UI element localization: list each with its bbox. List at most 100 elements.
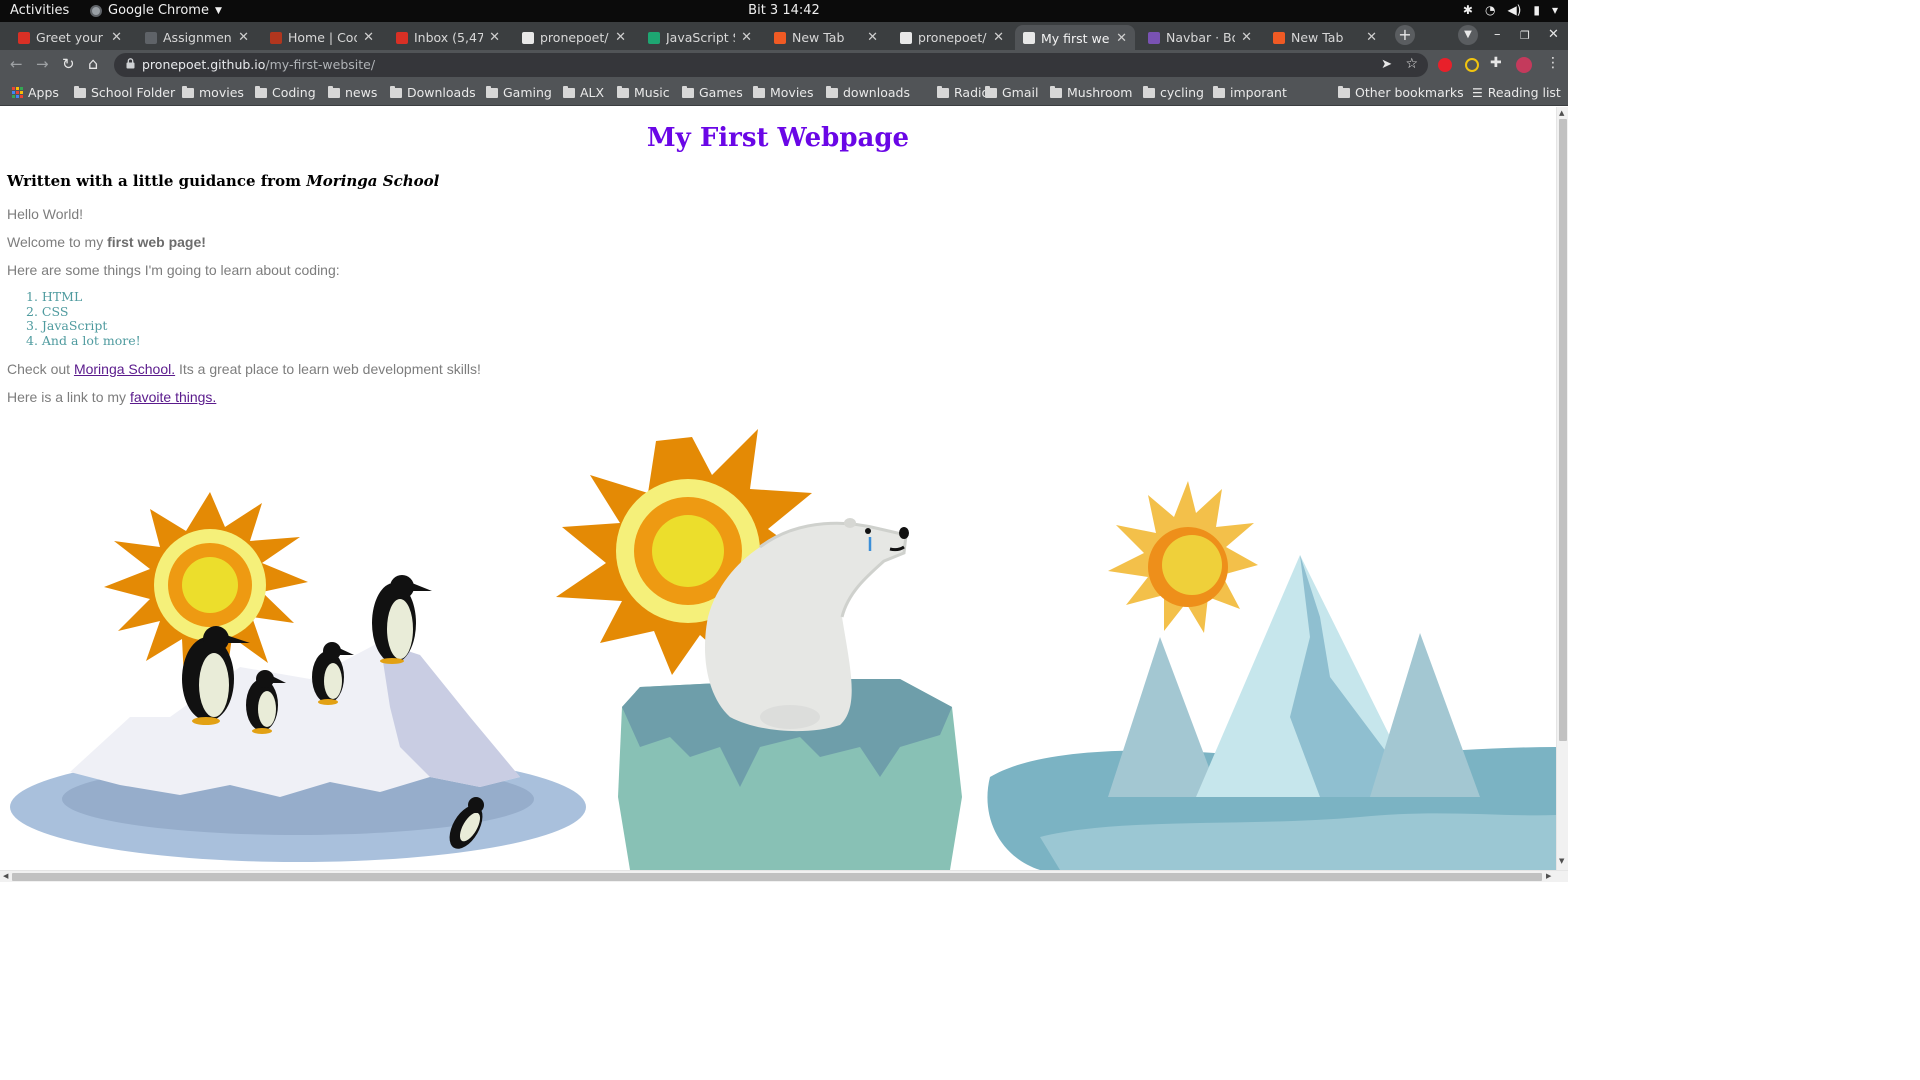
other-bookmarks[interactable]: Other bookmarks	[1338, 85, 1464, 100]
apps-label: Apps	[28, 85, 59, 100]
reload-icon[interactable]: ↻	[62, 55, 75, 73]
tab-close-icon[interactable]: ✕	[867, 30, 878, 45]
bookmark-folder[interactable]: movies	[182, 85, 244, 100]
close-window-icon[interactable]: ✕	[1548, 27, 1559, 42]
forward-arrow-icon[interactable]: →	[36, 55, 49, 73]
scroll-left-arrow-icon[interactable]: ◀	[3, 872, 8, 880]
horizontal-scrollbar[interactable]: ◀ ▶	[0, 870, 1568, 882]
home-icon[interactable]: ⌂	[88, 54, 98, 73]
page-viewport: My First Webpage Written with a little g…	[0, 107, 1556, 870]
vertical-scroll-thumb[interactable]	[1559, 119, 1567, 741]
moringa-school-link[interactable]: Moringa School.	[74, 361, 175, 377]
bookmark-folder[interactable]: School Folder	[74, 85, 175, 100]
tab-close-icon[interactable]: ✕	[741, 30, 752, 45]
back-arrow-icon[interactable]: ←	[10, 55, 23, 73]
battery-icon[interactable]: ▮	[1533, 3, 1540, 17]
tab[interactable]: Navbar · Boo ✕	[1140, 25, 1260, 50]
learn-intro-text: Here are some things I'm going to learn …	[7, 262, 340, 278]
volume-icon[interactable]: ◀)	[1507, 3, 1521, 17]
bookmark-folder-label: Music	[634, 85, 670, 100]
tab[interactable]: New Tab ✕	[1265, 25, 1385, 50]
favorites-prefix: Here is a link to my	[7, 389, 130, 405]
tab-close-icon[interactable]: ✕	[615, 30, 626, 45]
bookmark-folder[interactable]: Movies	[753, 85, 814, 100]
codewars-icon	[270, 31, 282, 44]
url-host: pronepoet.github.io	[142, 57, 266, 72]
list-item: 1. HTML	[26, 289, 83, 304]
bookmark-folder[interactable]: imporant	[1213, 85, 1287, 100]
new-tab-button[interactable]: +	[1395, 25, 1415, 45]
tab-close-icon[interactable]: ✕	[1366, 30, 1377, 45]
folder-icon	[1050, 85, 1062, 98]
apps-bookmark[interactable]: Apps	[12, 85, 59, 100]
adblock-extension-icon[interactable]	[1438, 58, 1452, 72]
tab[interactable]: Greet your ne ✕	[10, 25, 130, 50]
maximize-icon[interactable]: ❐	[1520, 29, 1530, 42]
tab-close-icon[interactable]: ✕	[1116, 31, 1127, 46]
tab-close-icon[interactable]: ✕	[1241, 30, 1252, 45]
url-text[interactable]: pronepoet.github.io/my-first-website/	[142, 57, 375, 72]
bookmark-folder[interactable]: Coding	[255, 85, 316, 100]
tab-active[interactable]: My first web ✕	[1015, 25, 1135, 51]
tab[interactable]: Assignments ✕	[137, 25, 257, 50]
folder-icon	[937, 85, 949, 98]
tab-close-icon[interactable]: ✕	[111, 30, 122, 45]
extension-icon[interactable]	[1465, 58, 1479, 72]
bookmark-folder[interactable]: Music	[617, 85, 670, 100]
bookmark-folder[interactable]: downloads	[826, 85, 910, 100]
send-to-devices-icon[interactable]: ➤	[1381, 57, 1392, 72]
right-sun-icon	[1108, 481, 1258, 633]
settings-tray-icon[interactable]: ✱	[1463, 3, 1473, 17]
tab-close-icon[interactable]: ✕	[993, 30, 1004, 45]
bookmark-star-icon[interactable]: ☆	[1405, 56, 1418, 72]
tab-search-button[interactable]: ▼	[1458, 25, 1478, 45]
globe-icon	[1023, 32, 1035, 44]
horizontal-scroll-thumb[interactable]	[12, 873, 1542, 881]
brave-icon	[774, 31, 786, 44]
favorite-things-link[interactable]: favoite things.	[130, 389, 216, 405]
bookmark-folder[interactable]: Radio	[937, 85, 989, 100]
bookmark-folder[interactable]: ALX	[563, 85, 604, 100]
profile-avatar[interactable]	[1516, 57, 1532, 73]
vertical-scrollbar[interactable]: ▲ ▼	[1556, 107, 1568, 870]
address-bar[interactable]: pronepoet.github.io/my-first-website/ ➤ …	[114, 53, 1428, 77]
tab[interactable]: Inbox (5,475) ✕	[388, 25, 508, 50]
tab[interactable]: pronepoet/m ✕	[892, 25, 1012, 50]
tab-close-icon[interactable]: ✕	[238, 30, 249, 45]
bookmark-folder[interactable]: Gmail	[985, 85, 1038, 100]
chrome-menu-icon[interactable]: ⋮	[1546, 55, 1560, 71]
checkout-prefix: Check out	[7, 361, 74, 377]
lock-icon[interactable]	[126, 58, 135, 69]
tab[interactable]: Home | Code ✕	[262, 25, 382, 50]
bookmark-folder[interactable]: Downloads	[390, 85, 476, 100]
scroll-right-arrow-icon[interactable]: ▶	[1546, 872, 1551, 880]
bookmark-folder[interactable]: cycling	[1143, 85, 1204, 100]
tab-close-icon[interactable]: ✕	[363, 30, 374, 45]
tab[interactable]: pronepoet/p ✕	[514, 25, 634, 50]
minimize-icon[interactable]: –	[1494, 27, 1501, 42]
system-tray[interactable]: ✱ ◔ ◀) ▮ ▾	[1463, 3, 1558, 17]
tab-title: New Tab	[792, 30, 845, 45]
page-title: My First Webpage	[646, 123, 910, 153]
system-clock[interactable]: Bit 3 14:42	[0, 3, 1568, 18]
favorites-text: Here is a link to my favoite things.	[7, 389, 216, 405]
list-item-text: And a lot more!	[41, 333, 141, 349]
github-icon	[900, 31, 912, 44]
reading-list[interactable]: ☰ Reading list	[1472, 85, 1561, 100]
bookmark-folder[interactable]: Games	[682, 85, 743, 100]
bookmark-folder-label: Coding	[272, 85, 316, 100]
scroll-up-arrow-icon[interactable]: ▲	[1559, 109, 1564, 117]
bookmark-folder-label: cycling	[1160, 85, 1204, 100]
extensions-puzzle-icon[interactable]: ✚	[1490, 55, 1502, 71]
bookmark-folder[interactable]: Mushroom	[1050, 85, 1132, 100]
tray-menu-caret-icon[interactable]: ▾	[1552, 3, 1558, 17]
tab[interactable]: JavaScript Sy ✕	[640, 25, 760, 50]
scroll-down-arrow-icon[interactable]: ▼	[1559, 857, 1564, 865]
tab-close-icon[interactable]: ✕	[489, 30, 500, 45]
tab-title: Home | Code	[288, 30, 357, 45]
list-item: 3. JavaScript	[26, 318, 108, 334]
bookmark-folder[interactable]: news	[328, 85, 377, 100]
tab[interactable]: New Tab ✕	[766, 25, 886, 50]
wifi-icon[interactable]: ◔	[1485, 3, 1495, 17]
bookmark-folder[interactable]: Gaming	[486, 85, 552, 100]
